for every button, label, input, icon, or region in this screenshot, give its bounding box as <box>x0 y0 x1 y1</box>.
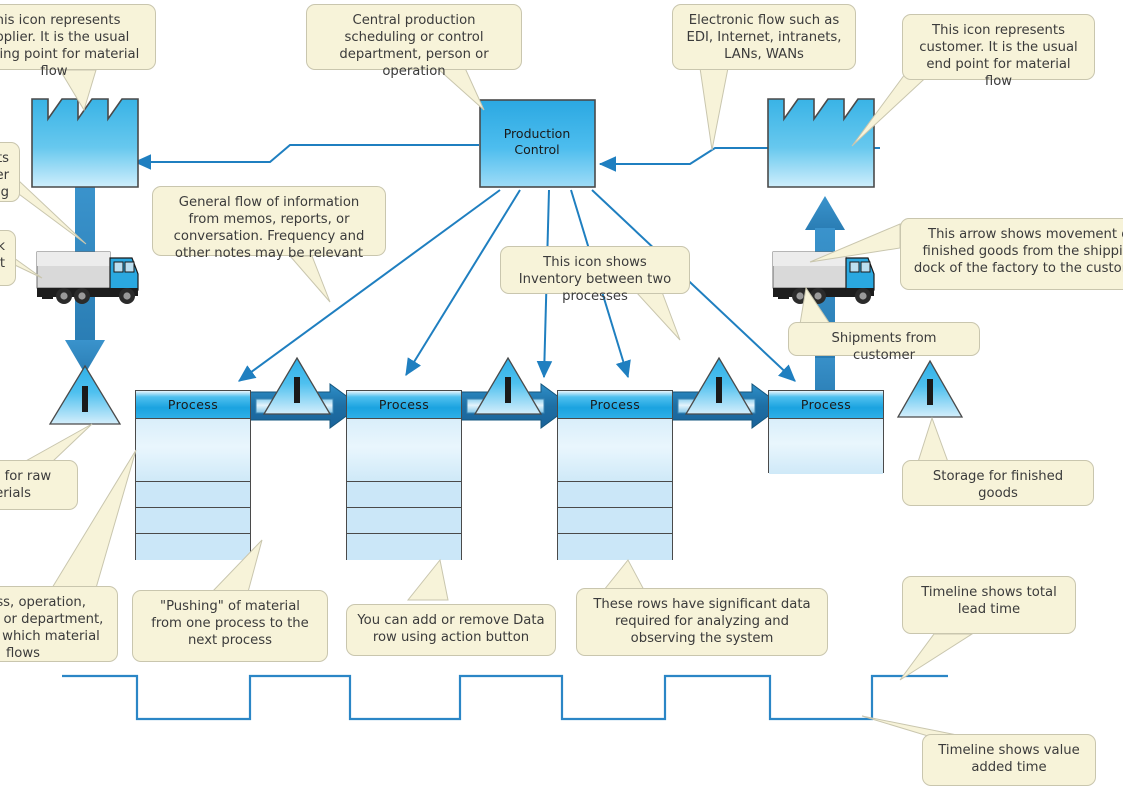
tail-finished-goods-movement-note <box>809 223 901 263</box>
callout-electronic-flow-note[interactable]: Electronic flow such as EDI, Internet, i… <box>672 4 856 70</box>
callout-production-control-note[interactable]: Central production scheduling or control… <box>306 4 522 79</box>
value-stream-map-canvas: Production Control Process Process Proce… <box>0 0 1123 794</box>
tail-pushing-note <box>210 539 263 593</box>
callout-data-row-note[interactable]: You can add or remove Data row using act… <box>346 604 556 656</box>
callout-tails-layer <box>0 67 974 737</box>
callout-finished-goods-movement-note[interactable]: This arrow shows movement of finished go… <box>900 218 1123 290</box>
callout-truck-note[interactable]: Truck shipment <box>0 230 16 286</box>
callout-supplier-note[interactable]: This icon represents Supplier. It is the… <box>0 4 156 79</box>
tail-customer-note <box>851 69 936 147</box>
tail-electronic-flow-note <box>699 67 729 151</box>
callout-storage-finished-note[interactable]: Storage for finished goods <box>902 460 1094 506</box>
tail-inventory-note <box>634 291 681 341</box>
callout-inventory-note[interactable]: This icon shows Inventory between two pr… <box>500 246 690 304</box>
callout-storage-raw-note[interactable]: Storage for raw materials <box>0 460 78 510</box>
callout-value-added-time-note[interactable]: Timeline shows value added time <box>922 734 1096 786</box>
callout-customer-note[interactable]: This icon represents customer. It is the… <box>902 14 1095 89</box>
tail-shipments-from-customer-note <box>799 286 831 325</box>
tail-storage-finished-note <box>917 416 949 463</box>
callout-shipments-supplier-note[interactable]: Shipments from supplier scheduling <box>0 142 20 202</box>
callout-shipments-from-customer-note[interactable]: Shipments from customer <box>788 322 980 363</box>
tail-general-info-flow-note <box>288 255 331 303</box>
tail-data-row-note <box>406 558 449 601</box>
callout-lead-time-note[interactable]: Timeline shows total lead time <box>902 576 1076 634</box>
callout-pushing-note[interactable]: "Pushing" of material from one process t… <box>132 590 328 662</box>
callout-data-rows-significance-note[interactable]: These rows have significant data require… <box>576 588 828 656</box>
tail-storage-raw-note <box>22 423 93 463</box>
callout-general-info-flow-note[interactable]: General flow of information from memos, … <box>152 186 386 261</box>
tail-value-added-time-note <box>861 715 963 737</box>
callout-process-definition-note[interactable]: Process, operation, machine or departmen… <box>0 586 118 662</box>
tail-lead-time-note <box>899 633 974 681</box>
tail-data-rows-significance-note <box>602 559 645 591</box>
